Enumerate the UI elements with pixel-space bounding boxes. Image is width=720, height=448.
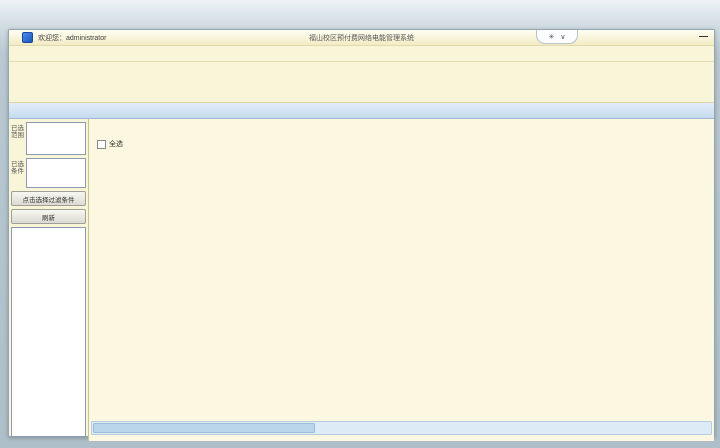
selected-range-list[interactable]: [26, 122, 86, 155]
select-all[interactable]: 全选: [97, 139, 123, 149]
selected-condition-label: 已选条件: [11, 158, 26, 188]
app-title: 福山校区预付费网络电能管理系统: [9, 33, 714, 43]
sidebar: 已选范围 已选条件 点击选择过滤条件 刷新: [9, 119, 89, 441]
horizontal-scrollbar[interactable]: [91, 421, 712, 435]
building-tree: [11, 227, 86, 437]
selected-condition-list[interactable]: [26, 158, 86, 188]
minimize-button[interactable]: —: [699, 31, 708, 41]
title-bar: 欢迎您：administrator 福山校区预付费网络电能管理系统 ✳ ∨ —: [9, 30, 714, 46]
pagination-bar: [89, 119, 714, 134]
style-icon[interactable]: ✳: [549, 33, 555, 41]
action-toolbar: 全选: [89, 134, 714, 154]
desktop-backdrop: 欢迎您：administrator 福山校区预付费网络电能管理系统 ✳ ∨ — …: [0, 0, 720, 448]
menu-bar: [9, 46, 714, 61]
window-skin-controls: ✳ ∨: [536, 30, 578, 44]
chevron-down-icon[interactable]: ∨: [560, 33, 565, 41]
select-all-checkbox[interactable]: [97, 140, 106, 149]
tab-strip: [9, 103, 714, 119]
choose-filter-button[interactable]: 点击选择过滤条件: [11, 191, 86, 206]
main-panel: 全选: [89, 119, 714, 441]
select-all-label: 全选: [109, 139, 123, 149]
app-window: 欢迎您：administrator 福山校区预付费网络电能管理系统 ✳ ∨ — …: [8, 29, 715, 437]
ribbon: [9, 61, 714, 103]
content-area: 已选范围 已选条件 点击选择过滤条件 刷新 全选: [9, 119, 714, 441]
refresh-button[interactable]: 刷新: [11, 209, 86, 224]
scrollbar-thumb[interactable]: [93, 423, 315, 433]
selected-range-label: 已选范围: [11, 122, 26, 155]
